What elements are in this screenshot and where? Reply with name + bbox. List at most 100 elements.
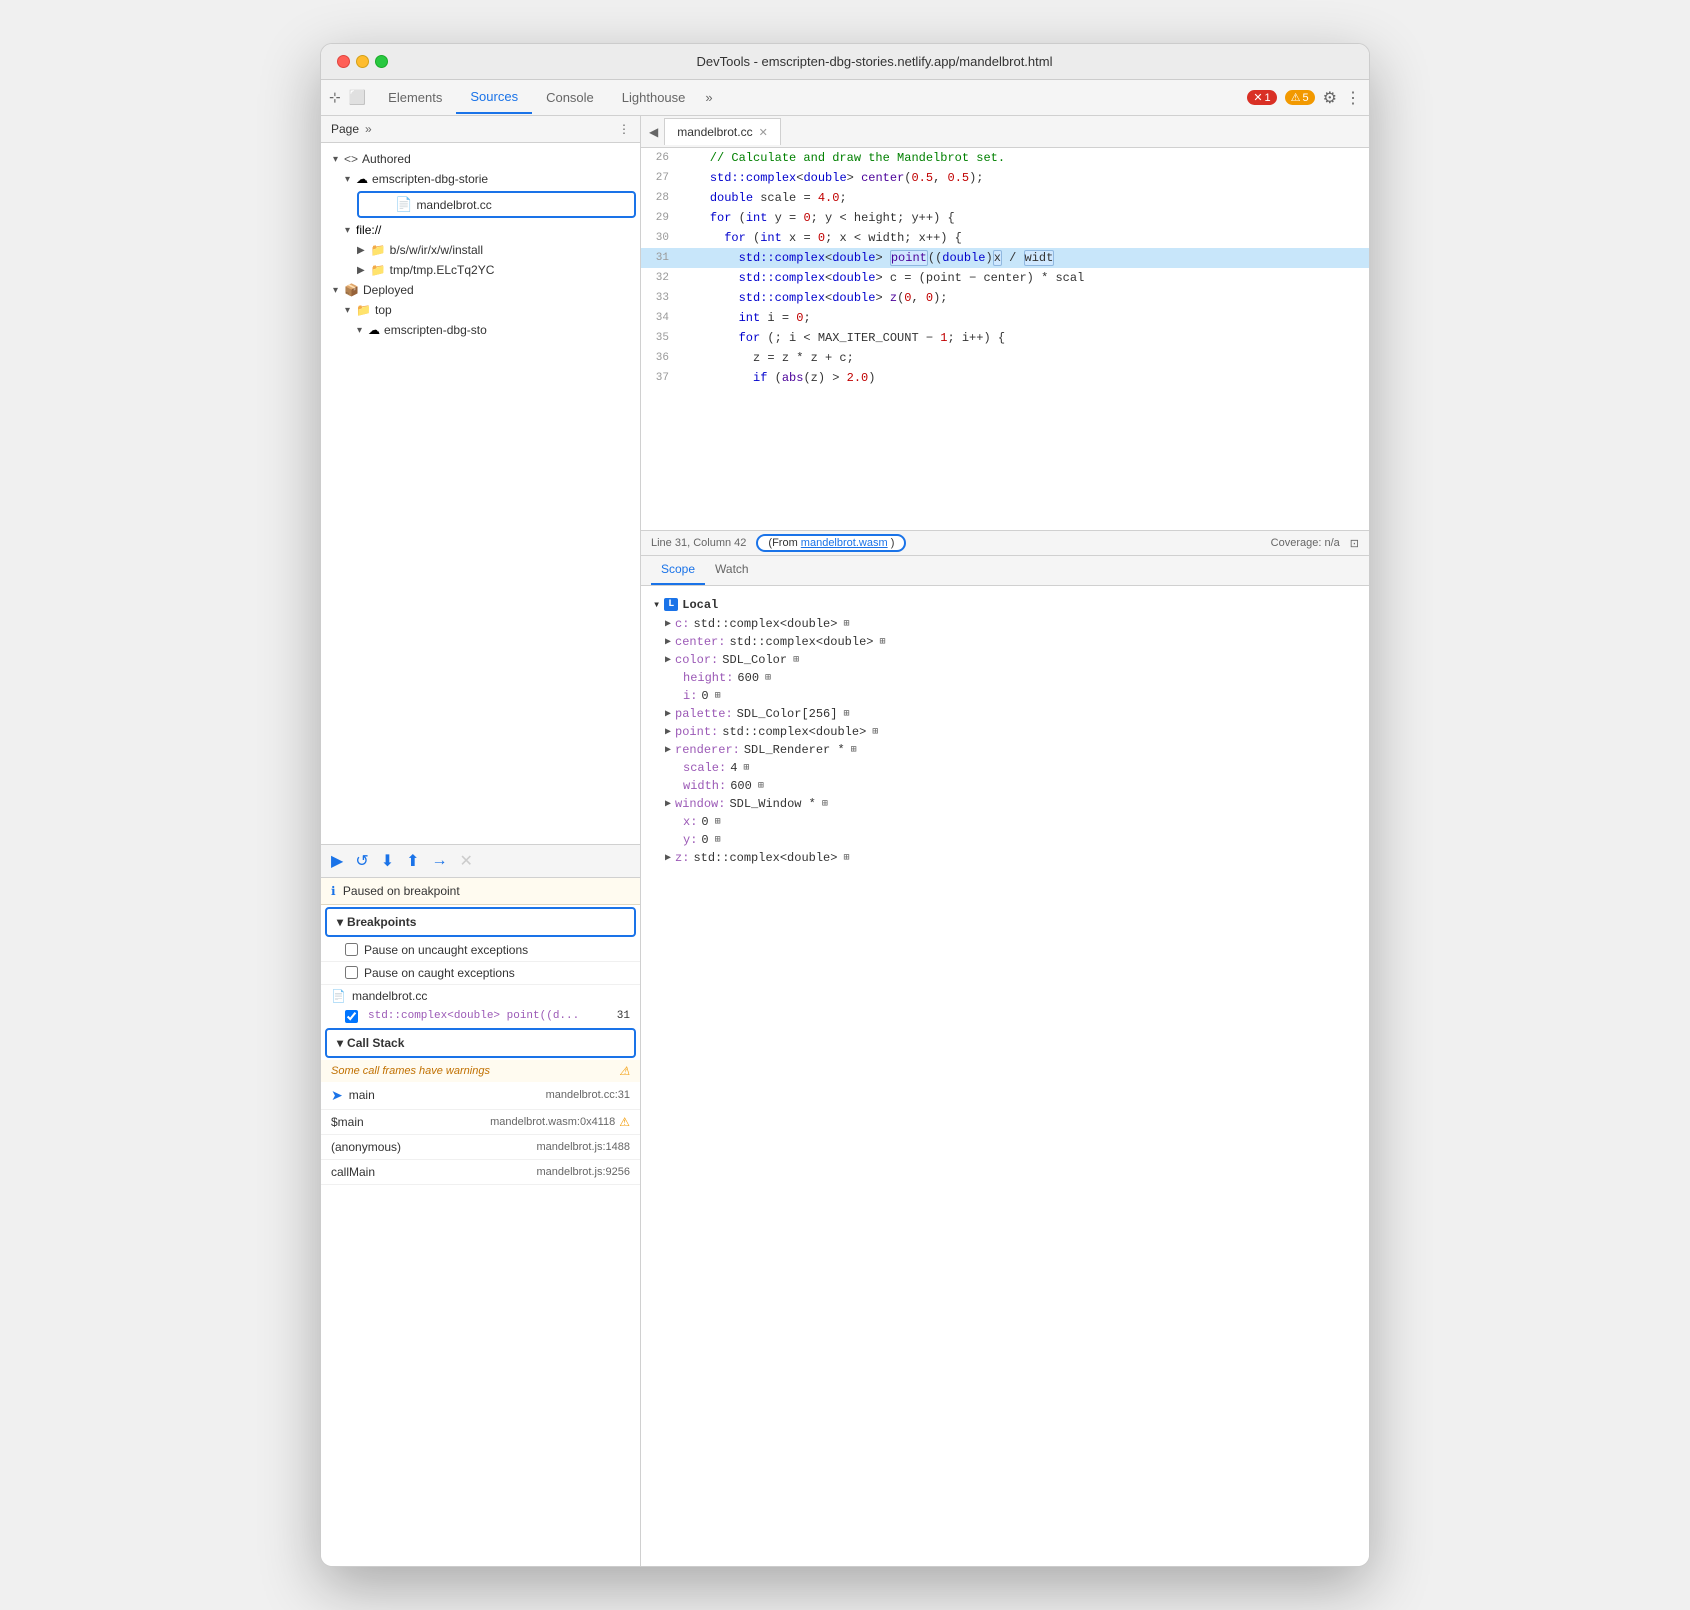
collapse-icon[interactable]: ◀: [649, 125, 658, 139]
call-frame-anon-left: (anonymous): [331, 1140, 401, 1154]
editor-tab-mandelbrot[interactable]: mandelbrot.cc ✕: [664, 118, 781, 145]
expand-window[interactable]: ▶: [665, 798, 671, 810]
var-color[interactable]: ▶ color: SDL_Color ⊞: [653, 651, 1357, 669]
call-frame-smain[interactable]: $main mandelbrot.wasm:0x4118 ⚠: [321, 1110, 640, 1135]
resume-button[interactable]: ▶: [331, 851, 343, 871]
var-val-renderer: SDL_Renderer *: [744, 743, 845, 757]
var-val-palette: SDL_Color[256]: [737, 707, 838, 721]
deactivate-breakpoints-button[interactable]: ✕: [460, 851, 473, 871]
tab-lighthouse[interactable]: Lighthouse: [608, 82, 700, 113]
expand-c[interactable]: ▶: [665, 618, 671, 630]
expand-center[interactable]: ▶: [665, 636, 671, 648]
error-badge[interactable]: ✕ 1: [1247, 90, 1276, 105]
emscripten-label: emscripten-dbg-storie: [372, 172, 488, 186]
var-renderer[interactable]: ▶ renderer: SDL_Renderer * ⊞: [653, 741, 1357, 759]
left-bottom: ℹ Paused on breakpoint ▾ Breakpoints Pau…: [321, 878, 640, 1567]
pause-uncaught-checkbox[interactable]: [345, 943, 358, 956]
from-file-link[interactable]: mandelbrot.wasm: [801, 537, 888, 549]
var-val-y: 0: [701, 833, 708, 847]
settings-icon[interactable]: ⚙: [1323, 88, 1337, 108]
coverage-label: Coverage: n/a: [1271, 537, 1340, 549]
expand-point[interactable]: ▶: [665, 726, 671, 738]
tree-item-emscripten-deployed[interactable]: ▾ ☁ emscripten-dbg-sto: [321, 320, 640, 340]
devtools-body: Page » ⋮ ▾ <> Authored ▾ ☁ emscripten-db…: [321, 116, 1369, 1566]
line-num-30: 30: [641, 229, 681, 247]
line-num-28: 28: [641, 189, 681, 207]
var-key-color: color:: [675, 653, 718, 667]
expand-palette[interactable]: ▶: [665, 708, 671, 720]
scope-local-header[interactable]: ▾ L Local: [653, 594, 1357, 615]
tab-elements[interactable]: Elements: [374, 82, 456, 113]
device-icon[interactable]: ⬜: [349, 89, 366, 106]
cursor-position: Line 31, Column 42: [651, 537, 746, 549]
tree-item-authored[interactable]: ▾ <> Authored: [321, 149, 640, 169]
expand-z[interactable]: ▶: [665, 852, 671, 864]
var-key-center: center:: [675, 635, 725, 649]
tab-scope[interactable]: Scope: [651, 556, 705, 585]
var-point[interactable]: ▶ point: std::complex<double> ⊞: [653, 723, 1357, 741]
call-frame-callmain[interactable]: callMain mandelbrot.js:9256: [321, 1160, 640, 1185]
authored-brackets: <>: [344, 152, 358, 166]
step-button[interactable]: →: [432, 852, 448, 870]
tab-watch[interactable]: Watch: [705, 556, 759, 585]
expand-color[interactable]: ▶: [665, 654, 671, 666]
warn-icon: ⚠: [1291, 91, 1301, 104]
var-val-i: 0: [701, 689, 708, 703]
var-window[interactable]: ▶ window: SDL_Window * ⊞: [653, 795, 1357, 813]
more-tabs[interactable]: »: [699, 82, 718, 113]
line-num-34: 34: [641, 309, 681, 327]
var-c[interactable]: ▶ c: std::complex<double> ⊞: [653, 615, 1357, 633]
file-proto-label: file://: [356, 223, 381, 237]
tab-console[interactable]: Console: [532, 82, 608, 113]
close-button[interactable]: [337, 55, 350, 68]
code-area[interactable]: 26 // Calculate and draw the Mandelbrot …: [641, 148, 1369, 530]
breakpoint-checkbox[interactable]: [345, 1010, 358, 1023]
line-num-27: 27: [641, 169, 681, 187]
step-out-button[interactable]: ⬆: [406, 851, 419, 871]
frame-loc-anon: mandelbrot.js:1488: [536, 1141, 630, 1153]
close-tab-icon[interactable]: ✕: [759, 126, 768, 139]
var-center[interactable]: ▶ center: std::complex<double> ⊞: [653, 633, 1357, 651]
code-section: ◀ mandelbrot.cc ✕ 26 // Calculate and dr…: [641, 116, 1369, 556]
paused-text: Paused on breakpoint: [343, 884, 460, 898]
tree-item-top[interactable]: ▾ 📁 top: [321, 300, 640, 320]
code-line-33: 33 std::complex<double> z(0, 0);: [641, 288, 1369, 308]
local-expand-arrow: ▾: [653, 597, 660, 612]
tree-item-mandelbrot[interactable]: 📄 mandelbrot.cc: [357, 191, 636, 218]
expand-renderer[interactable]: ▶: [665, 744, 671, 756]
var-palette[interactable]: ▶ palette: SDL_Color[256] ⊞: [653, 705, 1357, 723]
tab-file-label: mandelbrot.cc: [677, 125, 752, 139]
grid-icon-palette: ⊞: [843, 708, 849, 720]
coverage-icon[interactable]: ⊡: [1350, 537, 1359, 550]
call-frame-main[interactable]: ➤ main mandelbrot.cc:31: [321, 1082, 640, 1110]
minimize-button[interactable]: [356, 55, 369, 68]
call-frame-smain-left: $main: [331, 1115, 364, 1129]
tree-item-file-proto[interactable]: ▾ file://: [321, 220, 640, 240]
breakpoints-section-header[interactable]: ▾ Breakpoints: [325, 907, 636, 937]
tree-item-b-s-w[interactable]: ▶ 📁 b/s/w/ir/x/w/install: [321, 240, 640, 260]
var-z[interactable]: ▶ z: std::complex<double> ⊞: [653, 849, 1357, 867]
pointer-icon[interactable]: ⊹: [329, 89, 341, 106]
call-frame-callmain-left: callMain: [331, 1165, 375, 1179]
breakpoint-code-item[interactable]: std::complex<double> point((d... 31: [321, 1007, 640, 1026]
tree-item-deployed[interactable]: ▾ 📦 Deployed: [321, 280, 640, 300]
warn-badge[interactable]: ⚠ 5: [1285, 90, 1315, 105]
step-over-button[interactable]: ↺: [355, 851, 368, 871]
var-val-window: SDL_Window *: [729, 797, 815, 811]
more-panels-icon[interactable]: »: [365, 122, 372, 136]
line-num-35: 35: [641, 329, 681, 347]
tab-sources[interactable]: Sources: [456, 81, 532, 114]
panel-menu-icon[interactable]: ⋮: [618, 122, 630, 136]
call-stack-section-header[interactable]: ▾ Call Stack: [325, 1028, 636, 1058]
more-icon[interactable]: ⋮: [1345, 88, 1361, 108]
pause-caught-item: Pause on caught exceptions: [321, 962, 640, 985]
maximize-button[interactable]: [375, 55, 388, 68]
pause-caught-checkbox[interactable]: [345, 966, 358, 979]
step-into-button[interactable]: ⬇: [381, 851, 394, 871]
tree-item-emscripten-cloud[interactable]: ▾ ☁ emscripten-dbg-storie: [321, 169, 640, 189]
tree-item-tmp[interactable]: ▶ 📁 tmp/tmp.ELcTq2YC: [321, 260, 640, 280]
line-code-37: if (abs(z) > 2.0): [681, 369, 1369, 387]
error-count: 1: [1265, 92, 1271, 104]
call-frame-anon[interactable]: (anonymous) mandelbrot.js:1488: [321, 1135, 640, 1160]
left-panel-header: Page » ⋮: [321, 116, 640, 143]
